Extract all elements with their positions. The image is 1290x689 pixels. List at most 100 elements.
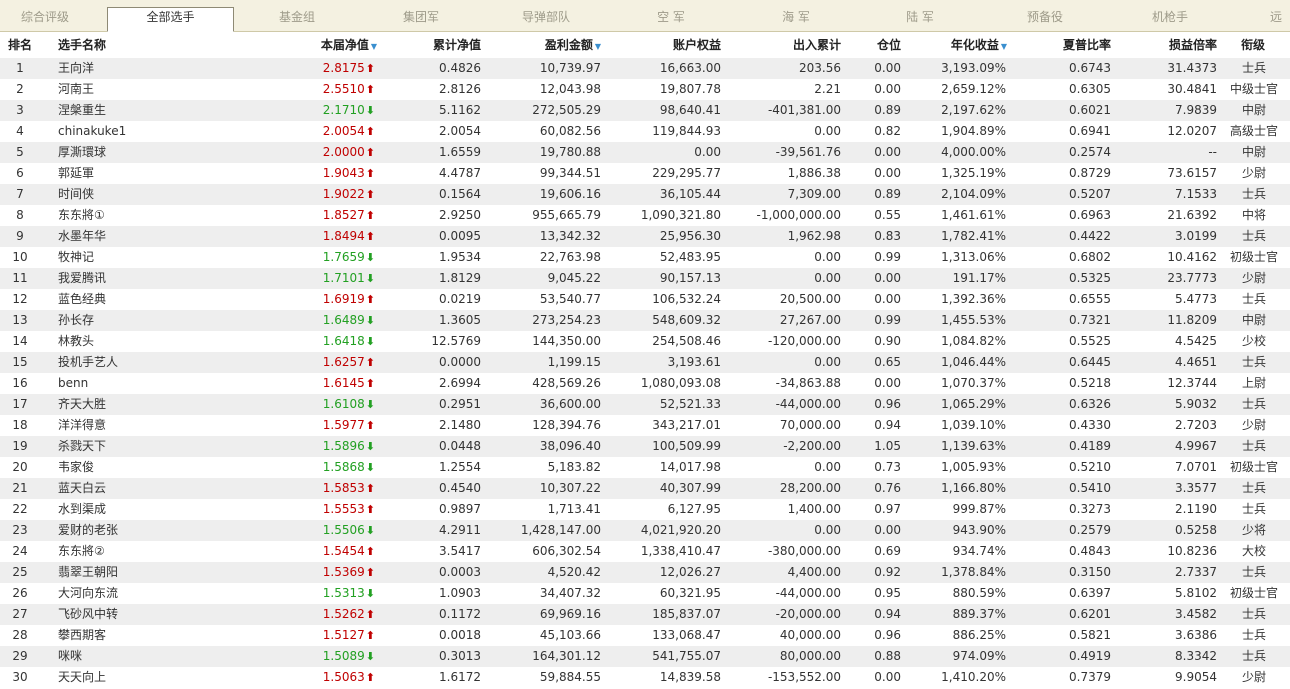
table-row[interactable]: 18 洋洋得意 1.5977⬆ 2.1480 128,394.76 343,217.01 7…: [0, 415, 1290, 436]
col-flow-header[interactable]: 出入累计: [740, 36, 841, 54]
table-row[interactable]: 21 蓝天白云 1.5853⬆ 0.4540 10,307.22 40,307.99 28,…: [0, 478, 1290, 499]
cell-name[interactable]: chinakuke1: [58, 121, 258, 142]
cell-name[interactable]: 郭延軍: [58, 163, 258, 184]
tab-more-truncated[interactable]: 远: [1270, 8, 1290, 30]
cell-name[interactable]: 蓝色经典: [58, 289, 258, 310]
cell-name[interactable]: 水墨年华: [58, 226, 258, 247]
cell-cum-nav: 0.0018: [439, 628, 481, 642]
cell-name[interactable]: 厚澌環球: [58, 142, 258, 163]
cell-name[interactable]: 投机手艺人: [58, 352, 258, 373]
cell-sharpe: 0.5210: [1069, 460, 1111, 474]
cell-level: 士兵: [1241, 355, 1266, 369]
table-row[interactable]: 10 牧神记 1.7659⬇ 1.9534 22,763.98 52,483.95 0.00…: [0, 247, 1290, 268]
table-row[interactable]: 2 河南王 2.5510⬆ 2.8126 12,043.98 19,807.78 2.21 0…: [0, 79, 1290, 100]
tab-group-army[interactable]: 集团军: [378, 8, 464, 30]
arrow-down-icon: ⬇: [365, 272, 375, 285]
cell-name[interactable]: 攀西期客: [58, 625, 258, 646]
col-pl-ratio-header[interactable]: 损益倍率: [1130, 36, 1217, 54]
tab-army[interactable]: 陆 军: [877, 8, 963, 30]
table-row[interactable]: 29 咪咪 1.5089⬇ 0.3013 164,301.12 541,755.07 80,…: [0, 646, 1290, 667]
table-row[interactable]: 24 东东將② 1.5454⬆ 3.5417 606,302.54 1,338,410.4…: [0, 541, 1290, 562]
tab-missile-force[interactable]: 导弹部队: [503, 8, 589, 30]
cell-rank: 6: [16, 166, 24, 180]
cell-name[interactable]: 河南王: [58, 79, 258, 100]
table-row[interactable]: 13 孙长存 1.6489⬇ 1.3605 273,254.23 548,609.32 27…: [0, 310, 1290, 331]
table-row[interactable]: 23 爱财的老张 1.5506⬇ 4.2911 1,428,147.00 4,021,92…: [0, 520, 1290, 541]
table-row[interactable]: 17 齐天大胜 1.6108⬇ 0.2951 36,600.00 52,521.33 -44…: [0, 394, 1290, 415]
table-row[interactable]: 16 benn 1.6145⬆ 2.6994 428,569.26 1,080,093.0…: [0, 373, 1290, 394]
cell-flow: -34,863.88: [775, 376, 841, 390]
table-row[interactable]: 1 王向洋 2.8175⬆ 0.4826 10,739.97 16,663.00 203.5…: [0, 58, 1290, 79]
col-rank-header[interactable]: 排名: [8, 36, 32, 54]
cell-rank: 11: [12, 271, 28, 285]
cell-name[interactable]: 牧神记: [58, 247, 258, 268]
table-row[interactable]: 11 我爱腾讯 1.7101⬇ 1.8129 9,045.22 90,157.13 0.00…: [0, 268, 1290, 289]
cell-name[interactable]: 爱财的老张: [58, 520, 258, 541]
table-row[interactable]: 3 涅槃重生 2.1710⬇ 5.1162 272,505.29 98,640.41 -40…: [0, 100, 1290, 121]
tab-fund-group[interactable]: 基金组: [254, 8, 340, 30]
cell-name[interactable]: benn: [58, 373, 258, 394]
col-equity-header[interactable]: 账户权益: [620, 36, 721, 54]
cell-rank: 8: [16, 208, 24, 222]
cell-pl-ratio: 2.7203: [1175, 418, 1217, 432]
tab-reserve[interactable]: 预备役: [1002, 8, 1088, 30]
cell-name[interactable]: 洋洋得意: [58, 415, 258, 436]
cell-position: 0.92: [874, 565, 901, 579]
cell-name[interactable]: 天天向上: [58, 667, 258, 688]
cell-name[interactable]: 涅槃重生: [58, 100, 258, 121]
table-row[interactable]: 19 杀戮天下 1.5896⬇ 0.0448 38,096.40 100,509.99 -2…: [0, 436, 1290, 457]
cell-name[interactable]: 我爱腾讯: [58, 268, 258, 289]
cell-position: 0.90: [874, 334, 901, 348]
cell-name[interactable]: 东东將②: [58, 541, 258, 562]
cell-name[interactable]: 东东將①: [58, 205, 258, 226]
tab-all-players[interactable]: 全部选手: [107, 7, 234, 32]
cell-name[interactable]: 韦家俊: [58, 457, 258, 478]
col-annual-header[interactable]: 年化收益 ▼: [910, 36, 1007, 54]
table-row[interactable]: 20 韦家俊 1.5868⬇ 1.2554 5,183.82 14,017.98 0.00 0…: [0, 457, 1290, 478]
col-nav-header[interactable]: 本届净值 ▼: [280, 36, 377, 54]
cell-name[interactable]: 齐天大胜: [58, 394, 258, 415]
cell-cum-nav: 0.0095: [439, 229, 481, 243]
table-row[interactable]: 9 水墨年华 1.8494⬆ 0.0095 13,342.32 25,956.30 1,96…: [0, 226, 1290, 247]
table-row[interactable]: 7 时间侠 1.9022⬆ 0.1564 19,606.16 36,105.44 7,309…: [0, 184, 1290, 205]
col-cum-nav-header[interactable]: 累计净值: [390, 36, 481, 54]
cell-name[interactable]: 翡翠王朝阳: [58, 562, 258, 583]
tab-air-force[interactable]: 空 军: [628, 8, 714, 30]
cell-name[interactable]: 时间侠: [58, 184, 258, 205]
cell-equity: 343,217.01: [652, 418, 721, 432]
table-row[interactable]: 28 攀西期客 1.5127⬆ 0.0018 45,103.66 133,068.47 40…: [0, 625, 1290, 646]
tab-navy[interactable]: 海 军: [753, 8, 839, 30]
table-row[interactable]: 4 chinakuke1 2.0054⬆ 2.0054 60,082.56 119,844…: [0, 121, 1290, 142]
cell-cum-nav: 5.1162: [439, 103, 481, 117]
table-row[interactable]: 22 水到渠成 1.5553⬆ 0.9897 1,713.41 6,127.95 1,400…: [0, 499, 1290, 520]
table-row[interactable]: 12 蓝色经典 1.6919⬆ 0.0219 53,540.77 106,532.24 20…: [0, 289, 1290, 310]
table-row[interactable]: 6 郭延軍 1.9043⬆ 4.4787 99,344.51 229,295.77 1,88…: [0, 163, 1290, 184]
table-row[interactable]: 26 大河向东流 1.5313⬇ 1.0903 34,407.32 60,321.95 -4…: [0, 583, 1290, 604]
tab-overall-rating[interactable]: 综合评级: [2, 8, 88, 30]
col-name-header[interactable]: 选手名称: [58, 36, 106, 54]
table-row[interactable]: 15 投机手艺人 1.6257⬆ 0.0000 1,199.15 3,193.61 0.00…: [0, 352, 1290, 373]
tab-machine-gunner[interactable]: 机枪手: [1127, 8, 1213, 30]
col-position-header[interactable]: 仓位: [860, 36, 901, 54]
table-row[interactable]: 27 飞砂风中转 1.5262⬆ 0.1172 69,969.16 185,837.07 -…: [0, 604, 1290, 625]
cell-name[interactable]: 蓝天白云: [58, 478, 258, 499]
cell-sharpe: 0.6201: [1069, 607, 1111, 621]
cell-name[interactable]: 水到渠成: [58, 499, 258, 520]
col-profit-header[interactable]: 盈利金额 ▼: [500, 36, 601, 54]
cell-position: 0.00: [874, 376, 901, 390]
col-sharpe-header[interactable]: 夏普比率: [1030, 36, 1111, 54]
cell-name[interactable]: 杀戮天下: [58, 436, 258, 457]
table-row[interactable]: 8 东东將① 1.8527⬆ 2.9250 955,665.79 1,090,321.80…: [0, 205, 1290, 226]
table-row[interactable]: 25 翡翠王朝阳 1.5369⬆ 0.0003 4,520.42 12,026.27 4,4…: [0, 562, 1290, 583]
cell-name[interactable]: 王向洋: [58, 58, 258, 79]
table-row[interactable]: 14 林教头 1.6418⬇ 12.5769 144,350.00 254,508.46 -…: [0, 331, 1290, 352]
cell-name[interactable]: 大河向东流: [58, 583, 258, 604]
table-row[interactable]: 30 天天向上 1.5063⬆ 1.6172 59,884.55 14,839.58 -15…: [0, 667, 1290, 688]
cell-name[interactable]: 咪咪: [58, 646, 258, 667]
cell-flow: -380,000.00: [767, 544, 841, 558]
table-row[interactable]: 5 厚澌環球 2.0000⬆ 1.6559 19,780.88 0.00 -39,561.7…: [0, 142, 1290, 163]
cell-name[interactable]: 孙长存: [58, 310, 258, 331]
cell-name[interactable]: 林教头: [58, 331, 258, 352]
col-level-header[interactable]: 衔级: [1241, 36, 1265, 54]
cell-name[interactable]: 飞砂风中转: [58, 604, 258, 625]
